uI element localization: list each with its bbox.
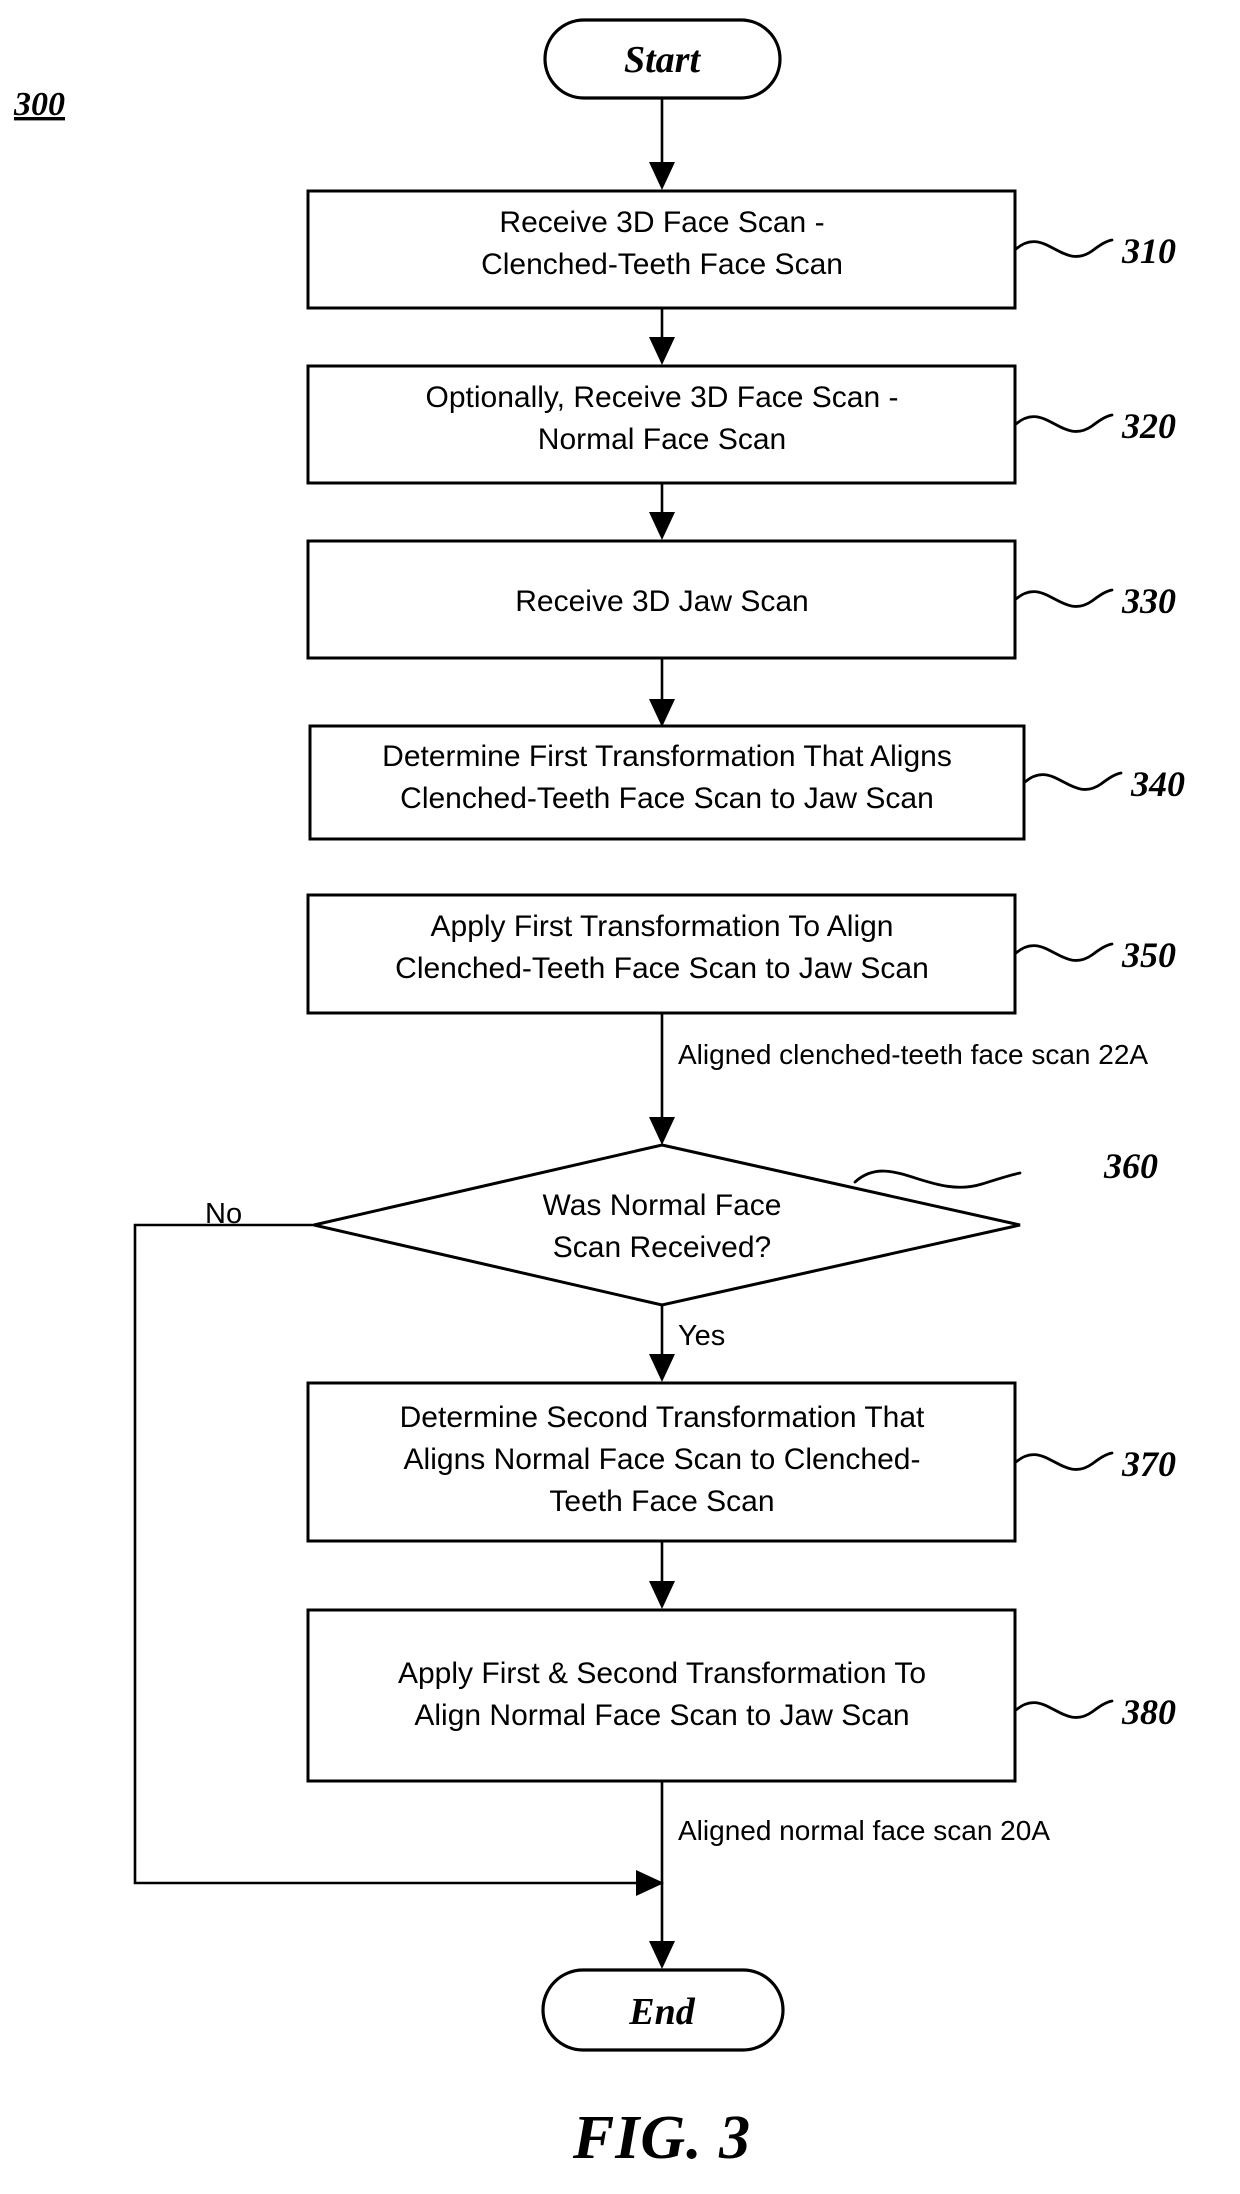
leader-line-380 <box>1014 1699 1114 1719</box>
arrowhead-380-to-end <box>649 1941 675 1969</box>
process-box-330-line-1: Receive 3D Jaw Scan <box>515 585 808 618</box>
arrowhead-yes-branch-to-370 <box>649 1354 675 1382</box>
leader-line-320 <box>1014 413 1114 433</box>
process-box-350-line-1: Apply First Transformation To Align <box>431 910 894 943</box>
process-box-370-line-1: Determine Second Transformation That <box>400 1401 925 1434</box>
branch-label-no: No <box>205 1198 242 1230</box>
figure-caption: FIG. 3 <box>572 2104 751 2172</box>
decision-diamond-360 <box>313 1143 1021 1307</box>
process-box-380-line-2: Align Normal Face Scan to Jaw Scan <box>414 1699 909 1732</box>
arrowhead-370-to-380 <box>649 1581 675 1609</box>
arrowhead-no-branch-to-end <box>636 1870 664 1896</box>
reference-number-380: 380 <box>1121 1692 1176 1732</box>
decision-diamond-360-line-1: Was Normal Face <box>543 1189 782 1222</box>
decision-diamond-360-line-2: Scan Received? <box>553 1231 771 1264</box>
edge-label-aligned-clenched-teeth-face-scan: Aligned clenched-teeth face scan 22A <box>678 1039 1148 1070</box>
leader-line-350 <box>1014 942 1114 962</box>
process-box-340-line-2: Clenched-Teeth Face Scan to Jaw Scan <box>400 782 934 815</box>
terminal-start-label: Start <box>624 39 701 81</box>
process-box-380 <box>306 1608 1017 1783</box>
arrowhead-start-to-310 <box>649 162 675 190</box>
process-box-340-line-1: Determine First Transformation That Alig… <box>382 740 952 773</box>
figure-3-flowchart: 300 Start Receive 3D Face Scan - Clenche… <box>0 0 1240 2194</box>
reference-number-370: 370 <box>1121 1444 1176 1484</box>
branch-label-yes: Yes <box>678 1320 725 1352</box>
arrowhead-320-to-330 <box>649 512 675 540</box>
reference-number-310: 310 <box>1121 231 1176 271</box>
reference-number-330: 330 <box>1121 581 1176 621</box>
arrowhead-330-to-340 <box>649 699 675 727</box>
process-box-350-line-2: Clenched-Teeth Face Scan to Jaw Scan <box>395 952 929 985</box>
reference-number-320: 320 <box>1121 406 1176 446</box>
leader-line-340 <box>1023 771 1123 791</box>
reference-number-360: 360 <box>1103 1146 1158 1186</box>
process-box-370-line-2: Aligns Normal Face Scan to Clenched- <box>404 1443 921 1476</box>
connector-360-no-branch <box>133 1223 645 1885</box>
process-box-310-line-1: Receive 3D Face Scan - <box>499 206 824 239</box>
figure-reference-number: 300 <box>13 86 65 123</box>
leader-line-360 <box>853 1169 1022 1189</box>
process-box-370-line-3: Teeth Face Scan <box>549 1485 774 1518</box>
reference-number-340: 340 <box>1130 764 1185 804</box>
arrowhead-310-to-320 <box>649 337 675 365</box>
process-box-320-line-1: Optionally, Receive 3D Face Scan - <box>426 381 899 414</box>
edge-label-aligned-normal-face-scan: Aligned normal face scan 20A <box>678 1815 1050 1846</box>
reference-number-350: 350 <box>1121 935 1176 975</box>
process-box-320-line-2: Normal Face Scan <box>538 423 786 456</box>
leader-line-370 <box>1014 1451 1114 1471</box>
terminal-end-label: End <box>628 1991 695 2033</box>
process-box-310-line-2: Clenched-Teeth Face Scan <box>481 248 843 281</box>
leader-line-310 <box>1014 238 1114 258</box>
arrowhead-350-to-360 <box>649 1117 675 1145</box>
leader-line-330 <box>1014 588 1114 608</box>
process-box-380-line-1: Apply First & Second Transformation To <box>398 1657 926 1690</box>
